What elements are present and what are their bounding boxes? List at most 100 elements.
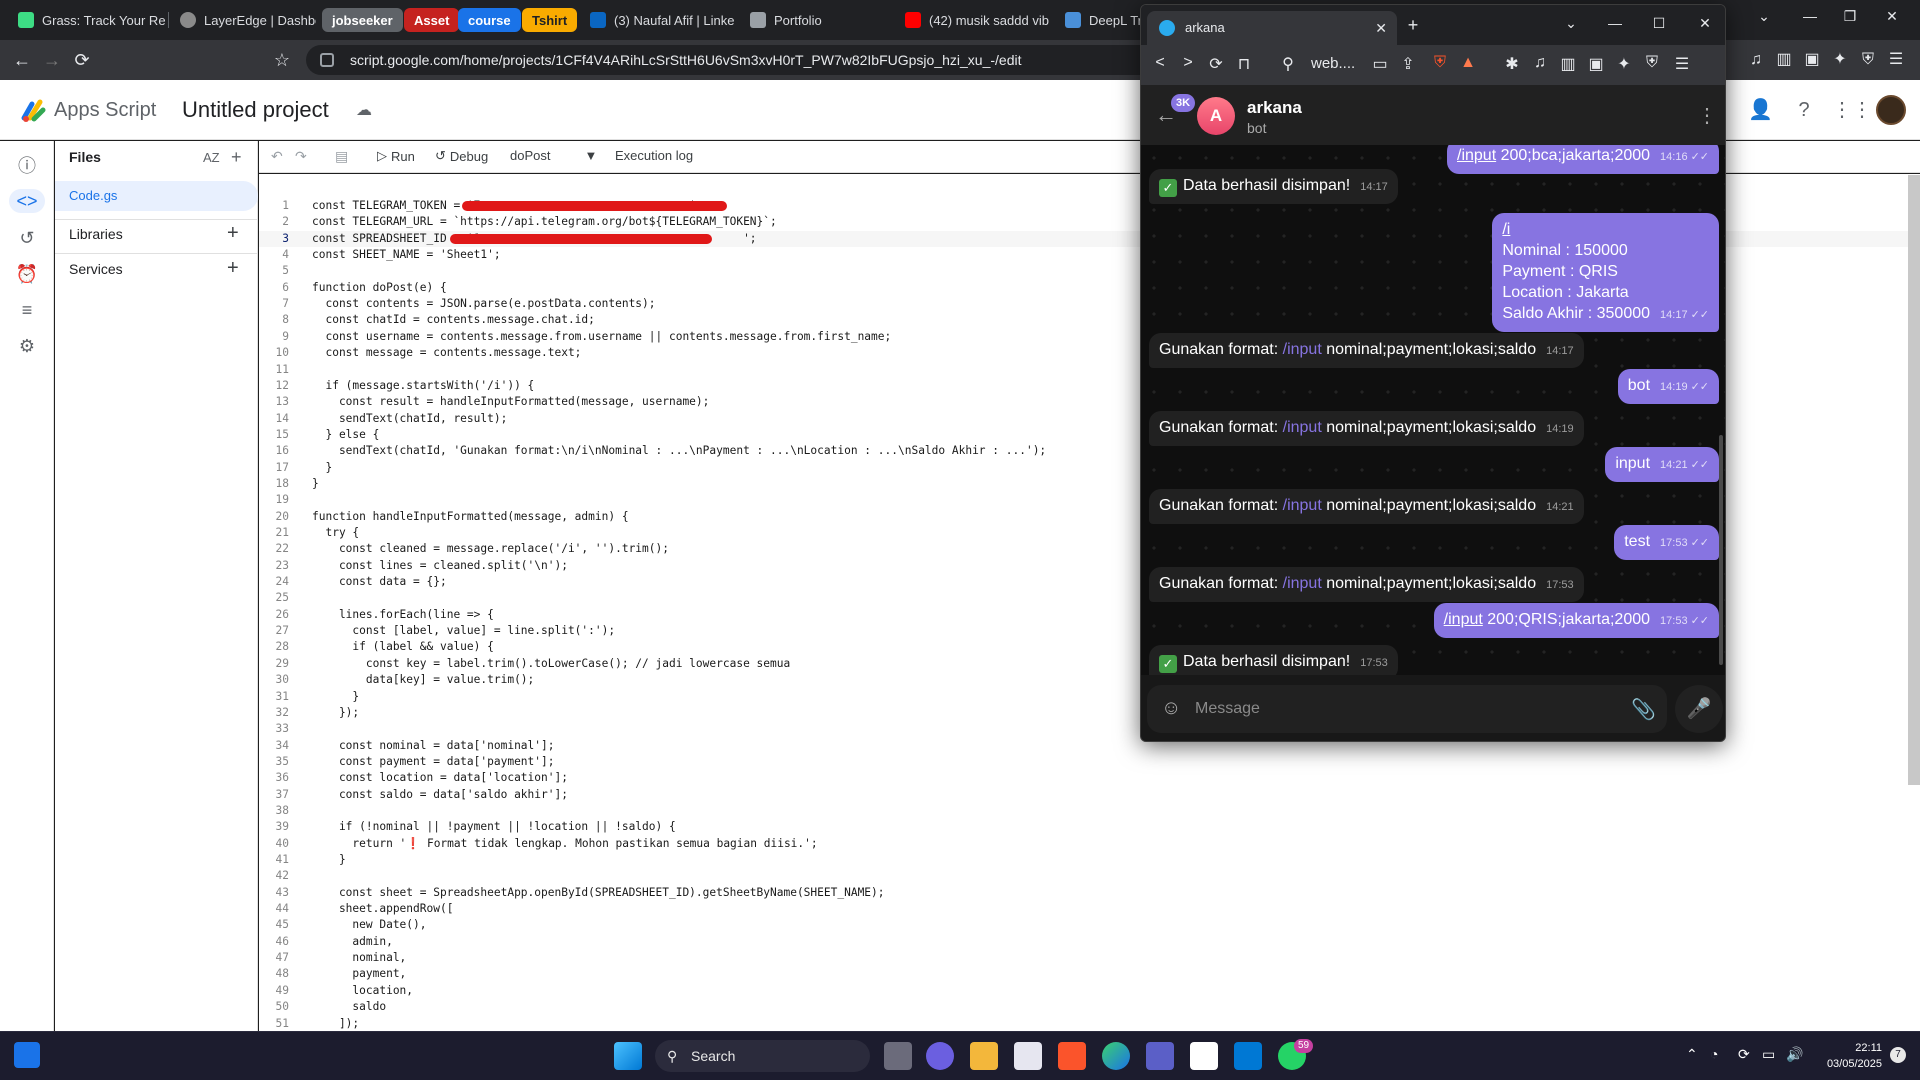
tab-group-course[interactable]: course (458, 8, 521, 32)
function-select[interactable]: doPost ▼ (510, 148, 597, 163)
wallet-icon[interactable]: ▣ (1802, 50, 1822, 70)
apps-grid-icon[interactable]: ⋮⋮ (1832, 98, 1872, 122)
media-icon[interactable]: ♫ (1529, 54, 1551, 72)
code-line[interactable]: 44 sheet.appendRow([ (259, 901, 1909, 917)
share-icon[interactable]: ⇪ (1397, 54, 1419, 74)
code-line[interactable]: 40 return '❗ Format tidak lengkap. Mohon… (259, 836, 1909, 852)
more-options-icon[interactable]: ⋮ (1697, 103, 1717, 128)
new-tab-icon[interactable]: + (1403, 15, 1423, 36)
outgoing-message[interactable]: test 17:53 ✓✓ (1614, 525, 1719, 560)
forward-icon[interactable]: → (40, 48, 64, 72)
brave-shield-icon[interactable]: ⛨ (1429, 54, 1451, 72)
restore-icon[interactable]: ❐ (1830, 8, 1870, 25)
sort-az-icon[interactable]: AZ (203, 150, 220, 165)
clock-time[interactable]: 22:11 (1812, 1042, 1882, 1054)
task-view-icon[interactable] (884, 1042, 912, 1070)
overview-icon[interactable]: ⓘ (15, 154, 39, 178)
teams-chat-icon[interactable] (926, 1042, 954, 1070)
code-line[interactable]: 45 new Date(), (259, 917, 1909, 933)
menu-icon[interactable]: ☰ (1671, 54, 1693, 74)
tab-group-asset[interactable]: Asset (404, 8, 460, 32)
windows-start-icon[interactable] (614, 1042, 642, 1070)
incoming-message[interactable]: Gunakan format: /input nominal;payment;l… (1149, 567, 1584, 602)
avatar[interactable] (1876, 95, 1906, 125)
reload-icon[interactable]: ⟳ (70, 48, 94, 72)
bot-command-link[interactable]: /input (1457, 147, 1496, 164)
undo-icon[interactable]: ↶ (271, 148, 283, 165)
triggers-icon[interactable]: ⏰ (15, 262, 39, 286)
display-icon[interactable]: ▭ (1762, 1046, 1775, 1063)
incoming-message[interactable]: Gunakan format: /input nominal;payment;l… (1149, 333, 1584, 368)
debug-button[interactable]: ↺ Debug (435, 148, 488, 164)
forward-icon[interactable]: > (1177, 54, 1199, 72)
site-info-icon[interactable]: ⚲ (1277, 54, 1299, 74)
outgoing-message[interactable]: input 14:21 ✓✓ (1605, 447, 1719, 482)
add-library-icon[interactable]: + (227, 222, 239, 245)
taskbar-search[interactable]: ⚲ Search (655, 1040, 870, 1072)
outgoing-message[interactable]: bot 14:19 ✓✓ (1617, 369, 1719, 404)
tab-grass[interactable]: Grass: Track Your Re (8, 6, 168, 34)
maximize-icon[interactable]: ☐ (1649, 15, 1669, 32)
minimize-icon[interactable]: — (1605, 15, 1625, 31)
volume-icon[interactable]: 🔊 (1786, 1046, 1803, 1063)
code-line[interactable]: 39 if (!nominal || !payment || !location… (259, 819, 1909, 835)
outgoing-message[interactable]: /input 200;QRIS;jakarta;2000 17:53 ✓✓ (1433, 603, 1719, 638)
back-icon[interactable]: ← (10, 48, 34, 72)
save-icon[interactable]: ▤ (335, 148, 348, 165)
leo-icon[interactable]: ✦ (1830, 50, 1850, 70)
bot-command-link[interactable]: /i (1502, 221, 1510, 238)
bot-command-link[interactable]: /input (1283, 575, 1322, 592)
editor-icon[interactable]: <> (9, 189, 45, 213)
close-tab-icon[interactable]: ✕ (1375, 11, 1387, 45)
editor-scrollbar[interactable] (1908, 175, 1920, 785)
executions-icon[interactable]: ≡ (15, 298, 39, 322)
sync-icon[interactable]: ⟳ (1738, 1046, 1750, 1063)
bot-command-link[interactable]: /input (1444, 611, 1483, 628)
teams-icon[interactable] (1146, 1042, 1174, 1070)
bot-command-link[interactable]: /input (1283, 419, 1322, 436)
wifi-icon[interactable]: ◔ (1710, 1046, 1718, 1062)
redo-icon[interactable]: ↷ (295, 148, 307, 165)
site-info-icon[interactable] (320, 53, 334, 67)
code-line[interactable]: 38 (259, 803, 1909, 819)
emoji-icon[interactable]: ☺ (1161, 697, 1181, 720)
tab-linkedin[interactable]: (3) Naufal Afif | Linke (580, 6, 740, 34)
tab-group-tshirt[interactable]: Tshirt (522, 8, 578, 32)
incoming-message[interactable]: ✓ Data berhasil disimpan! 14:17 (1149, 169, 1398, 204)
chat-scrollbar[interactable] (1719, 435, 1723, 665)
code-line[interactable]: 36 const location = data['location']; (259, 770, 1909, 786)
edge-icon[interactable] (1102, 1042, 1130, 1070)
tab-search-chevron-icon[interactable]: ⌄ (1744, 8, 1784, 25)
widgets-icon[interactable] (14, 1042, 40, 1068)
settings-icon[interactable]: ⚙ (15, 334, 39, 358)
tab-portfolio[interactable]: Portfolio (740, 6, 890, 34)
message-list[interactable]: /input 200;bca;jakarta;2000 14:16 ✓✓ ✓ Data … (1141, 145, 1725, 675)
brave-rewards-icon[interactable]: ▲ (1457, 54, 1479, 72)
close-icon[interactable]: ✕ (1695, 15, 1715, 32)
file-code-gs[interactable]: Code.gs (55, 181, 258, 211)
code-line[interactable]: 48 payment, (259, 966, 1909, 982)
microphone-icon[interactable]: 🎤 (1675, 685, 1723, 733)
tab-deepl[interactable]: DeepL Tra (1055, 6, 1145, 34)
clock-date[interactable]: 03/05/2025 (1812, 1058, 1882, 1070)
close-icon[interactable]: ✕ (1872, 8, 1912, 25)
media-icon[interactable]: ♫ (1746, 50, 1766, 70)
extensions-icon[interactable]: ✱ (1501, 54, 1523, 74)
back-icon[interactable]: < (1149, 54, 1171, 72)
wallet-icon[interactable]: ▣ (1585, 54, 1607, 74)
vscode-icon[interactable] (1234, 1042, 1262, 1070)
incoming-message[interactable]: Gunakan format: /input nominal;payment;l… (1149, 489, 1584, 524)
incoming-message[interactable]: Gunakan format: /input nominal;payment;l… (1149, 411, 1584, 446)
run-button[interactable]: ▷ Run (377, 148, 415, 164)
incoming-message[interactable]: ✓ Data berhasil disimpan! 17:53 (1149, 645, 1398, 675)
outgoing-message[interactable]: /i Nominal : 150000 Payment : QRIS Locat… (1492, 213, 1719, 332)
code-line[interactable]: 37 const saldo = data['saldo akhir']; (259, 787, 1909, 803)
add-file-icon[interactable]: + (231, 147, 242, 168)
code-line[interactable]: 49 location, (259, 983, 1909, 999)
history-icon[interactable]: ↺ (15, 226, 39, 250)
tray-chevron-icon[interactable]: ⌃ (1686, 1046, 1698, 1063)
bookmark-icon[interactable]: ⊓ (1233, 54, 1255, 74)
execution-log-button[interactable]: Execution log (615, 148, 693, 163)
project-title[interactable]: Untitled project (182, 97, 329, 123)
leo-icon[interactable]: ✦ (1613, 54, 1635, 74)
